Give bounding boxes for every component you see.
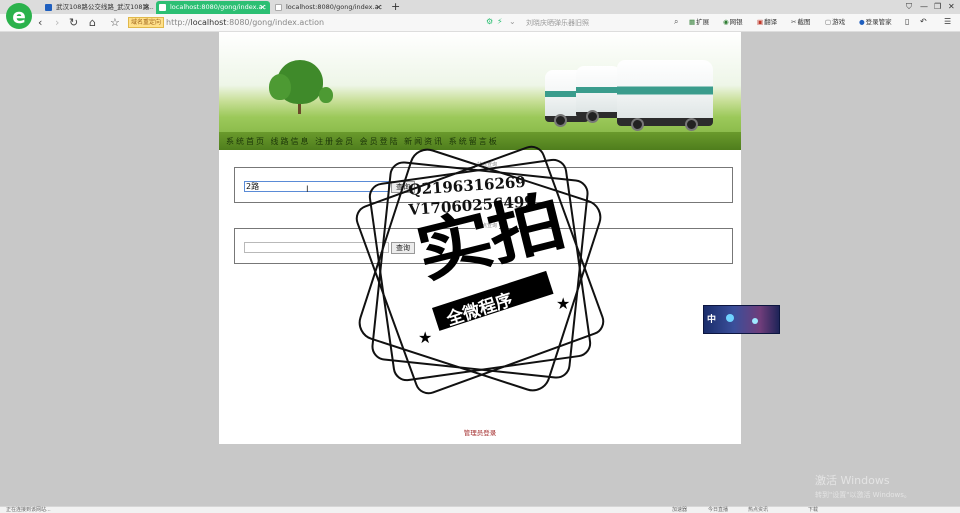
url-host: localhost	[190, 18, 227, 27]
dropdown-chevron-icon[interactable]: ⌄	[509, 17, 516, 27]
wheel	[685, 118, 698, 131]
status-text: 正在连接到该网站...	[6, 507, 51, 513]
close-window-icon[interactable]: ✕	[948, 0, 955, 14]
url-prefix: http://	[166, 18, 191, 27]
close-tab-icon[interactable]: ✕	[375, 1, 382, 14]
ad-glow	[726, 314, 734, 322]
speed-icon[interactable]: ⚡	[497, 17, 503, 27]
tab-title: localhost:8080/gong/index.ac	[170, 3, 267, 11]
url-rest: :8080/gong/index.action	[226, 18, 325, 27]
games-button[interactable]: ▢游戏	[825, 18, 845, 27]
bus-image	[576, 66, 622, 123]
status-item[interactable]: 下载	[808, 507, 818, 513]
tab-title: localhost:8080/gong/index.ac	[286, 3, 383, 11]
wheel	[554, 114, 567, 127]
windows-activation-watermark: 激活 Windows 转到"设置"以激活 Windows。	[815, 472, 911, 500]
toolbar-label: 扩展	[696, 18, 710, 26]
wheel	[631, 118, 644, 131]
tree-image	[319, 87, 333, 103]
new-tab-button[interactable]: +	[391, 0, 400, 14]
shield-icon[interactable]: ⛉	[906, 0, 912, 14]
netbank-button[interactable]: ◉网银	[723, 18, 743, 27]
text-cursor-icon: I	[306, 185, 309, 195]
translate-icon: ▣	[757, 18, 764, 26]
watermark-subtitle: 转到"设置"以激活 Windows。	[815, 491, 911, 499]
toolbar-label: 登录管家	[865, 18, 892, 26]
tab-localhost[interactable]: localhost:8080/gong/index.ac ✕	[272, 1, 386, 14]
browser-logo[interactable]: e	[6, 3, 32, 29]
page-favicon-icon	[159, 4, 166, 11]
tree-image	[269, 74, 291, 100]
menu-icon[interactable]: ☰	[944, 17, 951, 27]
address-toolbar: ‹ › ↻ ⌂ ☆ 域名重定向 http://localhost:8080/go…	[0, 14, 960, 32]
toolbar-label: 翻译	[764, 18, 778, 26]
admin-login-link[interactable]: 管理员登录	[219, 427, 741, 437]
close-tab-icon[interactable]: ✕	[259, 1, 266, 14]
ad-glow	[752, 318, 758, 324]
login-manager-button[interactable]: ●登录管家	[859, 18, 892, 27]
tab-bar: 武汉108路公交线路_武汉108路... ✕ localhost:8080/go…	[0, 0, 960, 14]
restore-icon[interactable]: ❐	[934, 0, 941, 14]
status-item[interactable]: 加速器	[672, 507, 687, 513]
bookmark-star-icon[interactable]: ☆	[110, 15, 120, 31]
close-tab-icon[interactable]: ✕	[143, 1, 150, 14]
gamepad-icon: ▢	[825, 18, 832, 26]
tab-localhost-active[interactable]: localhost:8080/gong/index.ac ✕	[156, 1, 270, 14]
status-bar: 正在连接到该网站... 加速器 今日直播 热点资讯 下载	[0, 506, 960, 513]
phone-icon[interactable]: ▯	[905, 17, 909, 27]
address-bar[interactable]: http://localhost:8080/gong/index.action	[166, 18, 324, 27]
translate-button[interactable]: ▣翻译	[757, 18, 777, 27]
toolbar-label: 游戏	[832, 18, 846, 26]
redirect-badge[interactable]: 域名重定向	[128, 17, 165, 28]
reload-icon[interactable]: ↻	[69, 15, 78, 31]
promo-stamp-overlay: Q2196316269 V17060256499 实拍 全微程序 ★ ★	[351, 141, 609, 399]
ad-label: 中	[707, 315, 717, 325]
site-navbar: 系统首页 线路信息 注册会员 会员登陆 新闻资讯 系统留言板	[219, 132, 741, 150]
security-icon[interactable]: ⚙	[486, 17, 493, 27]
nav-links[interactable]: 系统首页 线路信息 注册会员 会员登陆 新闻资讯 系统留言板	[226, 136, 499, 147]
search-icon[interactable]: ⌕	[674, 17, 678, 27]
status-item[interactable]: 热点资讯	[748, 507, 768, 513]
screenshot-button[interactable]: ✂截图	[791, 18, 810, 27]
tab-bus-route[interactable]: 武汉108路公交线路_武汉108路... ✕	[42, 1, 154, 14]
back-icon[interactable]: ‹	[38, 15, 42, 31]
wheel	[586, 110, 599, 123]
tab-title: 武汉108路公交线路_武汉108路...	[56, 3, 154, 11]
page-favicon-icon	[45, 4, 52, 11]
home-icon[interactable]: ⌂	[89, 15, 96, 31]
undo-icon[interactable]: ↶	[920, 17, 927, 27]
page-favicon-icon	[275, 4, 282, 11]
star-icon: ★	[418, 328, 433, 347]
grid-icon: ▦	[689, 18, 696, 26]
extensions-button[interactable]: ▦扩展	[689, 18, 709, 27]
toolbar-label: 截图	[797, 18, 811, 26]
minimize-icon[interactable]: —	[920, 0, 928, 14]
forward-icon[interactable]: ›	[55, 15, 59, 31]
bank-icon: ◉	[723, 18, 729, 26]
toolbar-label: 网银	[729, 18, 743, 26]
watermark-title: 激活 Windows	[815, 474, 890, 487]
floating-ad[interactable]: 中	[703, 305, 780, 334]
status-item[interactable]: 今日直播	[708, 507, 728, 513]
star-icon: ★	[556, 294, 571, 313]
browser-chrome: 武汉108路公交线路_武汉108路... ✕ localhost:8080/go…	[0, 0, 960, 32]
scissors-icon: ✂	[791, 18, 797, 26]
bus-image	[617, 60, 713, 131]
user-icon: ●	[859, 18, 865, 26]
search-input[interactable]: 刘晓庆晒弹乐器旧照	[526, 18, 589, 28]
